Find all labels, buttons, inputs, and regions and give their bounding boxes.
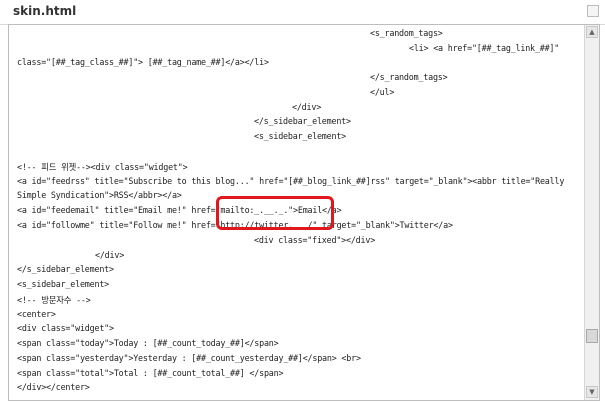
scroll-up-arrow-icon[interactable]: ▲: [586, 26, 598, 38]
code-line: </s_random_tags>: [370, 72, 448, 82]
code-line: <center>: [17, 309, 56, 319]
code-line: <span class="yesterday">Yesterday : [##_…: [17, 353, 361, 363]
resize-icon[interactable]: [587, 5, 599, 17]
window-title-bar: skin.html: [0, 0, 605, 25]
code-line: <s_random_tags>: [370, 28, 443, 38]
file-title: skin.html: [13, 4, 77, 18]
code-line: <li> <a href="[##_tag_link_##]": [409, 43, 560, 53]
code-line: <!-- 방문자수 -->: [17, 295, 91, 305]
code-line: <!-- 피드 위젯--><div class="widget">: [17, 162, 188, 172]
code-line: Simple Syndication">RSS</abbr></a>: [17, 190, 182, 200]
code-line: </div>: [292, 102, 322, 112]
code-line: </s_sidebar_element>: [254, 116, 351, 126]
code-line: <s_sidebar_element>: [254, 131, 347, 141]
code-line: </div>: [95, 250, 125, 260]
scroll-down-arrow-icon[interactable]: ▼: [586, 386, 598, 398]
code-line: </ul>: [370, 87, 395, 97]
highlight-annotation: [216, 196, 334, 230]
vertical-scrollbar[interactable]: ▲ ▼: [584, 25, 599, 400]
code-line: <span class="today">Today : [##_count_to…: [17, 338, 279, 348]
code-line: class="[##_tag_class_##]"> [##_tag_name_…: [17, 57, 269, 67]
code-line: <div class="fixed"></div>: [254, 235, 376, 245]
code-line: </div></center>: [17, 382, 90, 392]
code-line: <a id="feedrss" title="Subscribe to this…: [17, 176, 565, 186]
code-line: <div class="widget">: [17, 323, 114, 333]
code-line: <span class="total">Total : [##_count_to…: [17, 368, 284, 378]
code-line: <s_sidebar_element>: [17, 279, 110, 289]
scrollbar-thumb[interactable]: [586, 329, 598, 343]
code-line: </s_sidebar_element>: [17, 264, 114, 274]
